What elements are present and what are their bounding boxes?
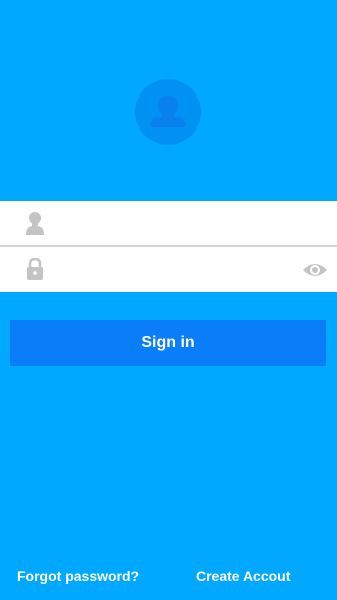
password-field (0, 247, 337, 292)
username-input[interactable] (60, 201, 290, 245)
user-icon (25, 211, 45, 235)
username-field (0, 201, 337, 245)
lock-icon (25, 257, 45, 281)
user-avatar-icon (135, 79, 201, 145)
eye-icon[interactable] (301, 260, 329, 280)
forgot-password-link[interactable]: Forgot password? (17, 566, 139, 586)
create-account-link[interactable]: Create Accout (196, 566, 290, 586)
login-screen: Sign in Forgot password? Create Accout (0, 0, 337, 600)
password-input[interactable] (60, 247, 290, 292)
sign-in-button[interactable]: Sign in (10, 320, 326, 366)
